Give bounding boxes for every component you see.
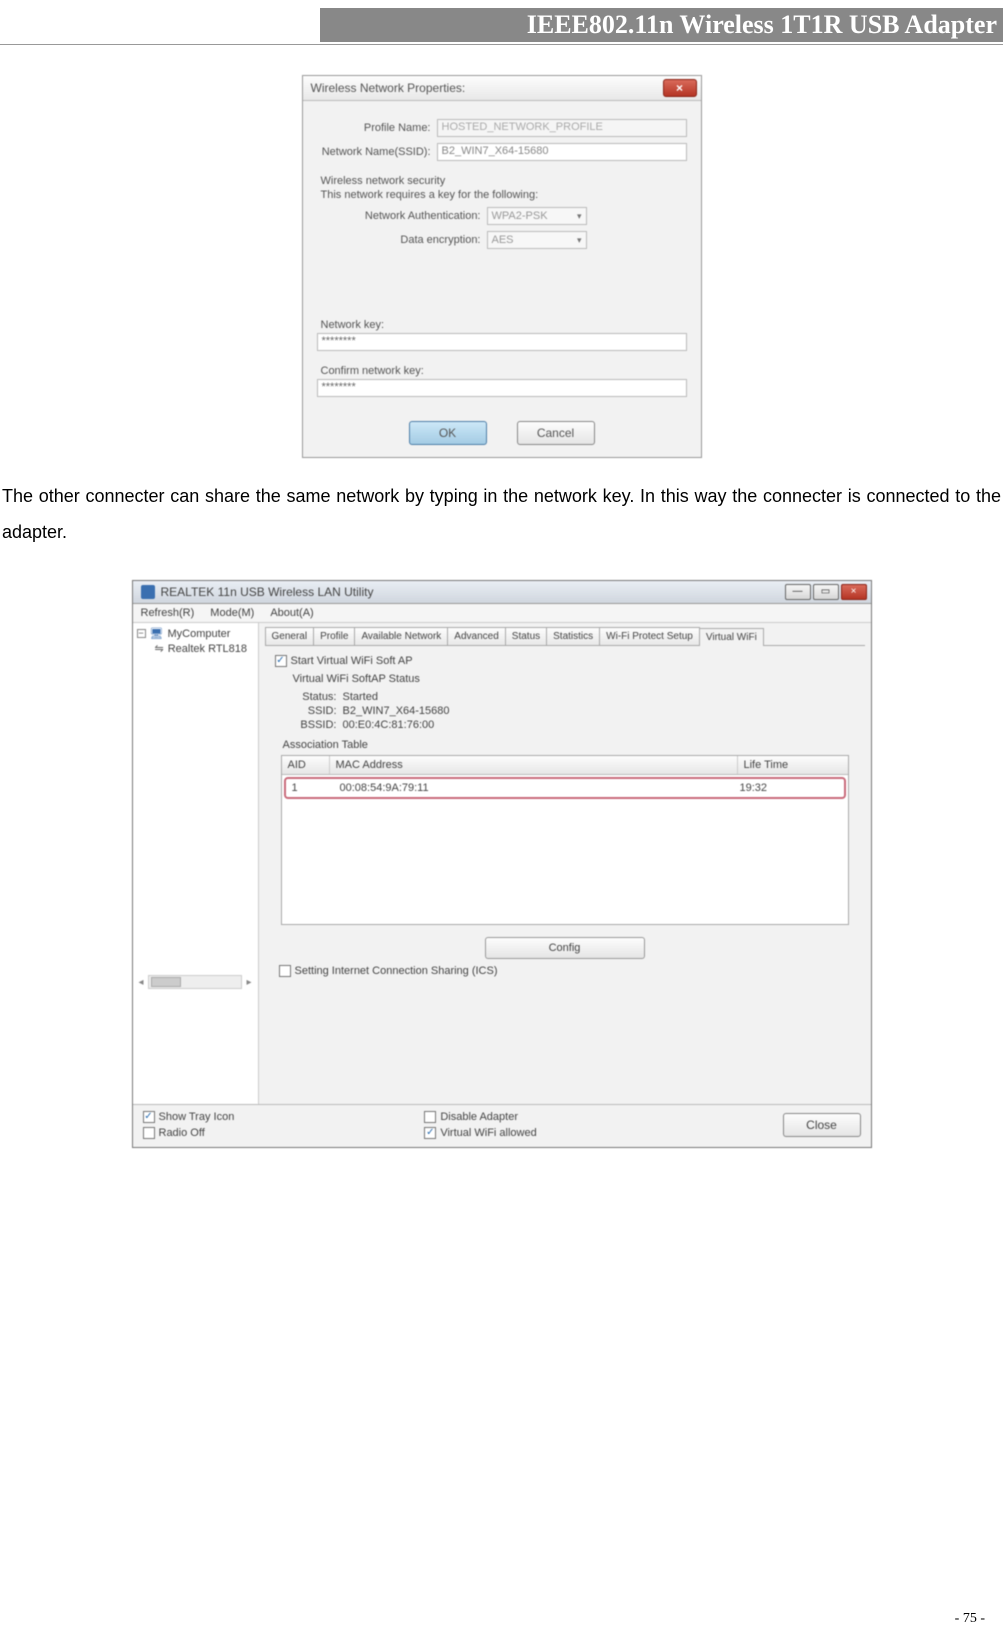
cell-mac: 00:08:54:9A:79:11	[334, 779, 734, 797]
tab-general[interactable]: General	[265, 627, 315, 645]
auth-select[interactable]: WPA2-PSK ▾	[487, 207, 587, 225]
enc-select[interactable]: AES ▾	[487, 231, 587, 249]
page-number: - 75 -	[955, 1611, 985, 1627]
scroll-right-icon[interactable]: ▸	[246, 977, 251, 988]
ssid-field[interactable]: B2_WIN7_X64-15680	[437, 143, 687, 161]
cell-life: 19:32	[734, 779, 844, 797]
close-button[interactable]: ×	[663, 79, 697, 97]
association-table: AID MAC Address Life Time 1 00:08:54:9A:…	[281, 755, 849, 925]
start-softap-checkbox[interactable]: ✓ Start Virtual WiFi Soft AP	[275, 655, 413, 667]
tab-statistics[interactable]: Statistics	[546, 627, 600, 645]
ics-label: Setting Internet Connection Sharing (ICS…	[295, 965, 498, 977]
app-icon	[141, 585, 155, 599]
tree-h-scrollbar[interactable]	[148, 975, 243, 989]
checkbox-icon: ✓	[143, 1111, 155, 1123]
dialog-titlebar: Wireless Network Properties: ×	[303, 76, 701, 101]
network-key-label: Network key:	[321, 319, 687, 331]
ssid-label: Network Name(SSID):	[317, 146, 437, 158]
bssid-label: BSSID:	[293, 719, 343, 731]
checkbox-icon: ✓	[424, 1127, 436, 1139]
cell-aid: 1	[286, 779, 334, 797]
radio-off-checkbox[interactable]: Radio Off	[143, 1127, 235, 1139]
bssid-value: 00:E0:4C:81:76:00	[343, 719, 435, 731]
page-header: IEEE802.11n Wireless 1T1R USB Adapter	[320, 8, 1003, 42]
tab-content-virtual-wifi: ✓ Start Virtual WiFi Soft AP Virtual WiF…	[265, 646, 865, 1098]
tree-root-label[interactable]: MyComputer	[167, 628, 230, 640]
body-paragraph: The other connecter can share the same n…	[2, 478, 1001, 550]
show-tray-checkbox[interactable]: ✓ Show Tray Icon	[143, 1111, 235, 1123]
tab-available-network[interactable]: Available Network	[354, 627, 448, 645]
close-button[interactable]: Close	[783, 1113, 861, 1137]
utility-bottom-bar: ✓ Show Tray Icon Radio Off Disable Adapt…	[133, 1104, 871, 1147]
col-mac[interactable]: MAC Address	[330, 756, 738, 774]
minimize-button[interactable]: —	[785, 584, 811, 600]
tab-virtual-wifi[interactable]: Virtual WiFi	[699, 628, 764, 646]
cancel-button[interactable]: Cancel	[517, 421, 595, 445]
tab-profile[interactable]: Profile	[313, 627, 355, 645]
tree-child-label[interactable]: Realtek RTL818	[168, 643, 247, 655]
disable-adapter-label: Disable Adapter	[440, 1111, 518, 1123]
table-row[interactable]: 1 00:08:54:9A:79:11 19:32	[284, 777, 846, 799]
vwifi-allowed-label: Virtual WiFi allowed	[440, 1127, 536, 1139]
softap-status-group: Virtual WiFi SoftAP Status	[293, 673, 855, 685]
header-rule	[0, 44, 1003, 45]
tab-bar: General Profile Available Network Advanc…	[265, 627, 865, 646]
wireless-properties-dialog: Wireless Network Properties: × Profile N…	[302, 75, 702, 458]
menu-mode[interactable]: Mode(M)	[210, 607, 254, 619]
tab-status[interactable]: Status	[505, 627, 547, 645]
network-key-field[interactable]: ********	[317, 333, 687, 351]
menu-bar: Refresh(R) Mode(M) About(A)	[133, 604, 871, 623]
ok-button[interactable]: OK	[409, 421, 487, 445]
auth-value: WPA2-PSK	[492, 210, 548, 222]
col-life[interactable]: Life Time	[738, 756, 848, 774]
profile-name-field: HOSTED_NETWORK_PROFILE	[437, 119, 687, 137]
ssid-value: B2_WIN7_X64-15680	[343, 705, 450, 717]
radio-off-label: Radio Off	[159, 1127, 205, 1139]
tab-wps[interactable]: Wi-Fi Protect Setup	[599, 627, 700, 645]
ssid-label: SSID:	[293, 705, 343, 717]
utility-title: REALTEK 11n USB Wireless LAN Utility	[161, 585, 374, 599]
show-tray-label: Show Tray Icon	[159, 1111, 235, 1123]
auth-label: Network Authentication:	[317, 210, 487, 222]
confirm-key-field[interactable]: ********	[317, 379, 687, 397]
profile-name-label: Profile Name:	[317, 122, 437, 134]
close-button[interactable]: ×	[841, 584, 867, 600]
security-group-sub: This network requires a key for the foll…	[321, 189, 687, 201]
realtek-utility-window: REALTEK 11n USB Wireless LAN Utility — ▭…	[132, 580, 872, 1148]
figure-2: REALTEK 11n USB Wireless LAN Utility — ▭…	[0, 580, 1003, 1148]
menu-refresh[interactable]: Refresh(R)	[141, 607, 195, 619]
enc-label: Data encryption:	[317, 234, 487, 246]
checkbox-icon	[424, 1111, 436, 1123]
start-softap-label: Start Virtual WiFi Soft AP	[291, 655, 413, 667]
adapter-icon: ⇋	[155, 642, 164, 655]
confirm-key-label: Confirm network key:	[321, 365, 687, 377]
tree-expander-icon[interactable]: −	[137, 629, 146, 638]
association-table-title: Association Table	[283, 739, 855, 751]
maximize-button[interactable]: ▭	[813, 584, 839, 600]
tab-advanced[interactable]: Advanced	[447, 627, 505, 645]
checkbox-icon	[279, 965, 291, 977]
ics-checkbox[interactable]: Setting Internet Connection Sharing (ICS…	[279, 965, 498, 977]
computer-icon: 🖥	[150, 627, 164, 640]
utility-titlebar: REALTEK 11n USB Wireless LAN Utility — ▭…	[133, 581, 871, 604]
chevron-down-icon: ▾	[577, 211, 586, 222]
checkbox-icon: ✓	[275, 655, 287, 667]
checkbox-icon	[143, 1127, 155, 1139]
config-button[interactable]: Config	[485, 937, 645, 959]
device-tree: − 🖥 MyComputer ⇋ Realtek RTL818 ◂ ▸	[133, 623, 259, 1104]
scroll-left-icon[interactable]: ◂	[139, 977, 144, 988]
dialog-title: Wireless Network Properties:	[311, 81, 466, 95]
col-aid[interactable]: AID	[282, 756, 330, 774]
figure-1: Wireless Network Properties: × Profile N…	[0, 75, 1003, 458]
vwifi-allowed-checkbox[interactable]: ✓ Virtual WiFi allowed	[424, 1127, 536, 1139]
status-value: Started	[343, 691, 378, 703]
security-group-title: Wireless network security	[321, 175, 687, 187]
status-label: Status:	[293, 691, 343, 703]
disable-adapter-checkbox[interactable]: Disable Adapter	[424, 1111, 536, 1123]
menu-about[interactable]: About(A)	[270, 607, 313, 619]
chevron-down-icon: ▾	[577, 235, 586, 246]
enc-value: AES	[492, 234, 514, 246]
